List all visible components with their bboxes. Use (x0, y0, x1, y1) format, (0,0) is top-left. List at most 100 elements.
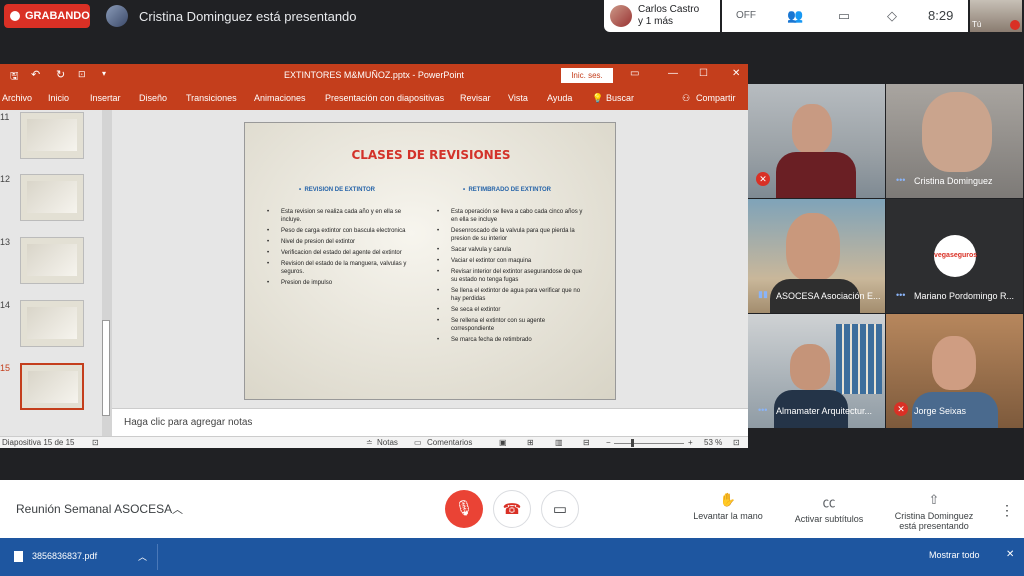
tab-diseno[interactable]: Diseño (139, 93, 167, 103)
show-all-button[interactable]: Mostrar todo (929, 550, 980, 560)
divider (720, 0, 722, 32)
participant-tile[interactable]: ••• Cristina Dominguez (886, 84, 1023, 198)
download-bar: 3856836837.pdf ︿ Mostrar todo ✕ (0, 538, 1024, 576)
presenting-status: Cristina Dominguez está presentando (139, 9, 357, 24)
captions-icon: ㏄ (822, 495, 836, 510)
customize-icon[interactable]: ▾ (102, 69, 106, 78)
zoom-slider[interactable] (614, 443, 684, 444)
share-button[interactable]: Compartir (696, 93, 736, 103)
captions-button[interactable]: ㏄ Activar subtítulos (788, 492, 870, 524)
tab-transiciones[interactable]: Transiciones (186, 93, 237, 103)
fit-slide-icon[interactable]: ⊡ (733, 438, 740, 447)
zoom-slider-thumb[interactable] (631, 439, 634, 447)
participant-tile[interactable]: ✕ (748, 84, 885, 198)
tab-presentacion[interactable]: Presentación con diapositivas (325, 93, 444, 103)
more-options-icon[interactable]: ⋮ (1000, 502, 1014, 519)
zoom-in-icon[interactable]: + (688, 438, 693, 447)
thumb-number: 15 (0, 363, 11, 373)
people-icon[interactable]: 👥 (787, 8, 803, 24)
slide-title: CLASES DE REVISIONES (351, 148, 511, 162)
normal-view-icon[interactable]: ▣ (499, 438, 507, 447)
present-screen-icon: ⇧ (928, 492, 940, 507)
slide-canvas: CLASES DE REVISIONES • REVISION DE EXTIN… (112, 110, 748, 408)
camera-toggle-button[interactable]: ▭ (541, 490, 579, 528)
chevron-up-icon[interactable]: ︿ (138, 550, 147, 563)
slideshow-icon[interactable]: ⊟ (583, 438, 590, 447)
self-view-thumbnail[interactable]: Tú (970, 0, 1022, 32)
downloaded-file[interactable]: 3856836837.pdf (32, 551, 97, 561)
accessibility-icon[interactable]: ⊡ (92, 438, 99, 447)
tab-ayuda[interactable]: Ayuda (547, 93, 572, 103)
present-icon[interactable]: ⊡ (78, 69, 86, 80)
activities-icon[interactable]: ◇ (884, 8, 900, 24)
left-bullet-list: Esta revision se realiza cada año y en e… (267, 208, 417, 290)
presenting-button[interactable]: ⇧ Cristina Dominguez está presentando (890, 492, 978, 531)
slide-thumbnail-selected[interactable] (20, 363, 84, 410)
tab-revisar[interactable]: Revisar (460, 93, 491, 103)
search-tab[interactable]: Buscar (606, 93, 634, 103)
speaking-indicator-icon: ••• (896, 175, 906, 185)
participant-tile[interactable]: ••• Almamater Arquitectur... (748, 314, 885, 428)
meeting-controls: Reunión Semanal ASOCESA ︿ 🎙 ☎ ▭ ✋ Levant… (0, 480, 1024, 538)
close-icon[interactable]: ✕ (1006, 549, 1014, 560)
notes-toggle[interactable]: Notas (377, 438, 398, 447)
meeting-name[interactable]: Reunión Semanal ASOCESA (16, 502, 172, 516)
signin-button[interactable]: Inic. ses. (561, 68, 613, 83)
raise-hand-button[interactable]: ✋ Levantar la mano (692, 492, 764, 521)
hand-icon: ✋ (719, 492, 737, 507)
microphone-toggle-button[interactable]: 🎙 (445, 490, 483, 528)
clock: 8:29 (928, 8, 954, 23)
chevron-up-icon[interactable]: ︿ (172, 501, 183, 517)
close-icon[interactable]: ✕ (732, 68, 740, 79)
caller-name[interactable]: Carlos Castro y 1 más (638, 4, 699, 28)
zoom-level[interactable]: 53 % (704, 438, 722, 447)
tab-insertar[interactable]: Insertar (90, 93, 121, 103)
hang-up-button[interactable]: ☎ (493, 490, 531, 528)
list-item: Se marca fecha de retimbrado (437, 336, 587, 344)
reading-view-icon[interactable]: ▥ (555, 438, 563, 447)
slide-thumbnail[interactable] (20, 237, 84, 284)
participant-tile[interactable]: vegaseguros ••• Mariano Pordomingo R... (886, 199, 1023, 313)
list-item: Se llena el extintor de agua para verifi… (437, 287, 587, 303)
scrollbar-thumb[interactable] (102, 320, 110, 416)
lightbulb-icon: 💡 (592, 93, 604, 103)
slide-thumbnail[interactable] (20, 112, 84, 159)
participant-name: Almamater Arquitectur... (776, 406, 873, 416)
participant-tile[interactable]: ✕ Jorge Seixas (886, 314, 1023, 428)
toggle-off-label[interactable]: OFF (736, 10, 756, 21)
ribbon-display-icon[interactable]: ▭ (630, 68, 639, 79)
self-label: Tú (972, 20, 982, 29)
tab-archivo[interactable]: Archivo (2, 93, 32, 103)
speaking-indicator-icon: ▮▮ (758, 289, 768, 299)
minimize-icon[interactable]: — (668, 68, 678, 79)
recording-label: GRABANDO (25, 10, 90, 22)
tab-animaciones[interactable]: Animaciones (254, 93, 306, 103)
participant-tile[interactable]: ▮▮ ASOCESA Asociación E... (748, 199, 885, 313)
zoom-out-icon[interactable]: − (606, 438, 611, 447)
thumb-number: 13 (0, 237, 11, 247)
comments-toggle[interactable]: Comentarios (427, 438, 472, 447)
speaking-indicator-icon: ••• (896, 290, 906, 300)
participant-name: Cristina Dominguez (914, 176, 993, 186)
undo-icon[interactable]: ↶ (31, 68, 40, 81)
mic-off-icon: 🎙 (454, 500, 474, 517)
redo-icon[interactable]: ↻ (56, 68, 65, 81)
list-item: Vaciar el extintor con maquina (437, 257, 587, 265)
share-icon: ⚇ (682, 93, 691, 103)
current-slide[interactable]: CLASES DE REVISIONES • REVISION DE EXTIN… (244, 122, 616, 400)
save-icon[interactable]: 🖫 (10, 69, 19, 86)
participant-name: Mariano Pordomingo R... (914, 291, 1015, 301)
caller-avatar (610, 5, 632, 27)
notes-pane[interactable]: Haga clic para agregar notas (112, 408, 748, 436)
tab-vista[interactable]: Vista (508, 93, 528, 103)
chat-icon[interactable]: ▭ (836, 8, 852, 24)
comments-icon: ▭ (414, 438, 422, 447)
list-item: Esta revision se realiza cada año y en e… (267, 208, 417, 224)
list-item: Peso de carga extintor con bascula elect… (267, 227, 417, 235)
sorter-view-icon[interactable]: ⊞ (527, 438, 534, 447)
tab-inicio[interactable]: Inicio (48, 93, 69, 103)
maximize-icon[interactable]: ☐ (699, 68, 708, 79)
slide-thumbnail[interactable] (20, 300, 84, 347)
slide-thumbnail[interactable] (20, 174, 84, 221)
top-toolbar: Carlos Castro y 1 más OFF 👥 ▭ ◇ 8:29 (604, 0, 968, 32)
